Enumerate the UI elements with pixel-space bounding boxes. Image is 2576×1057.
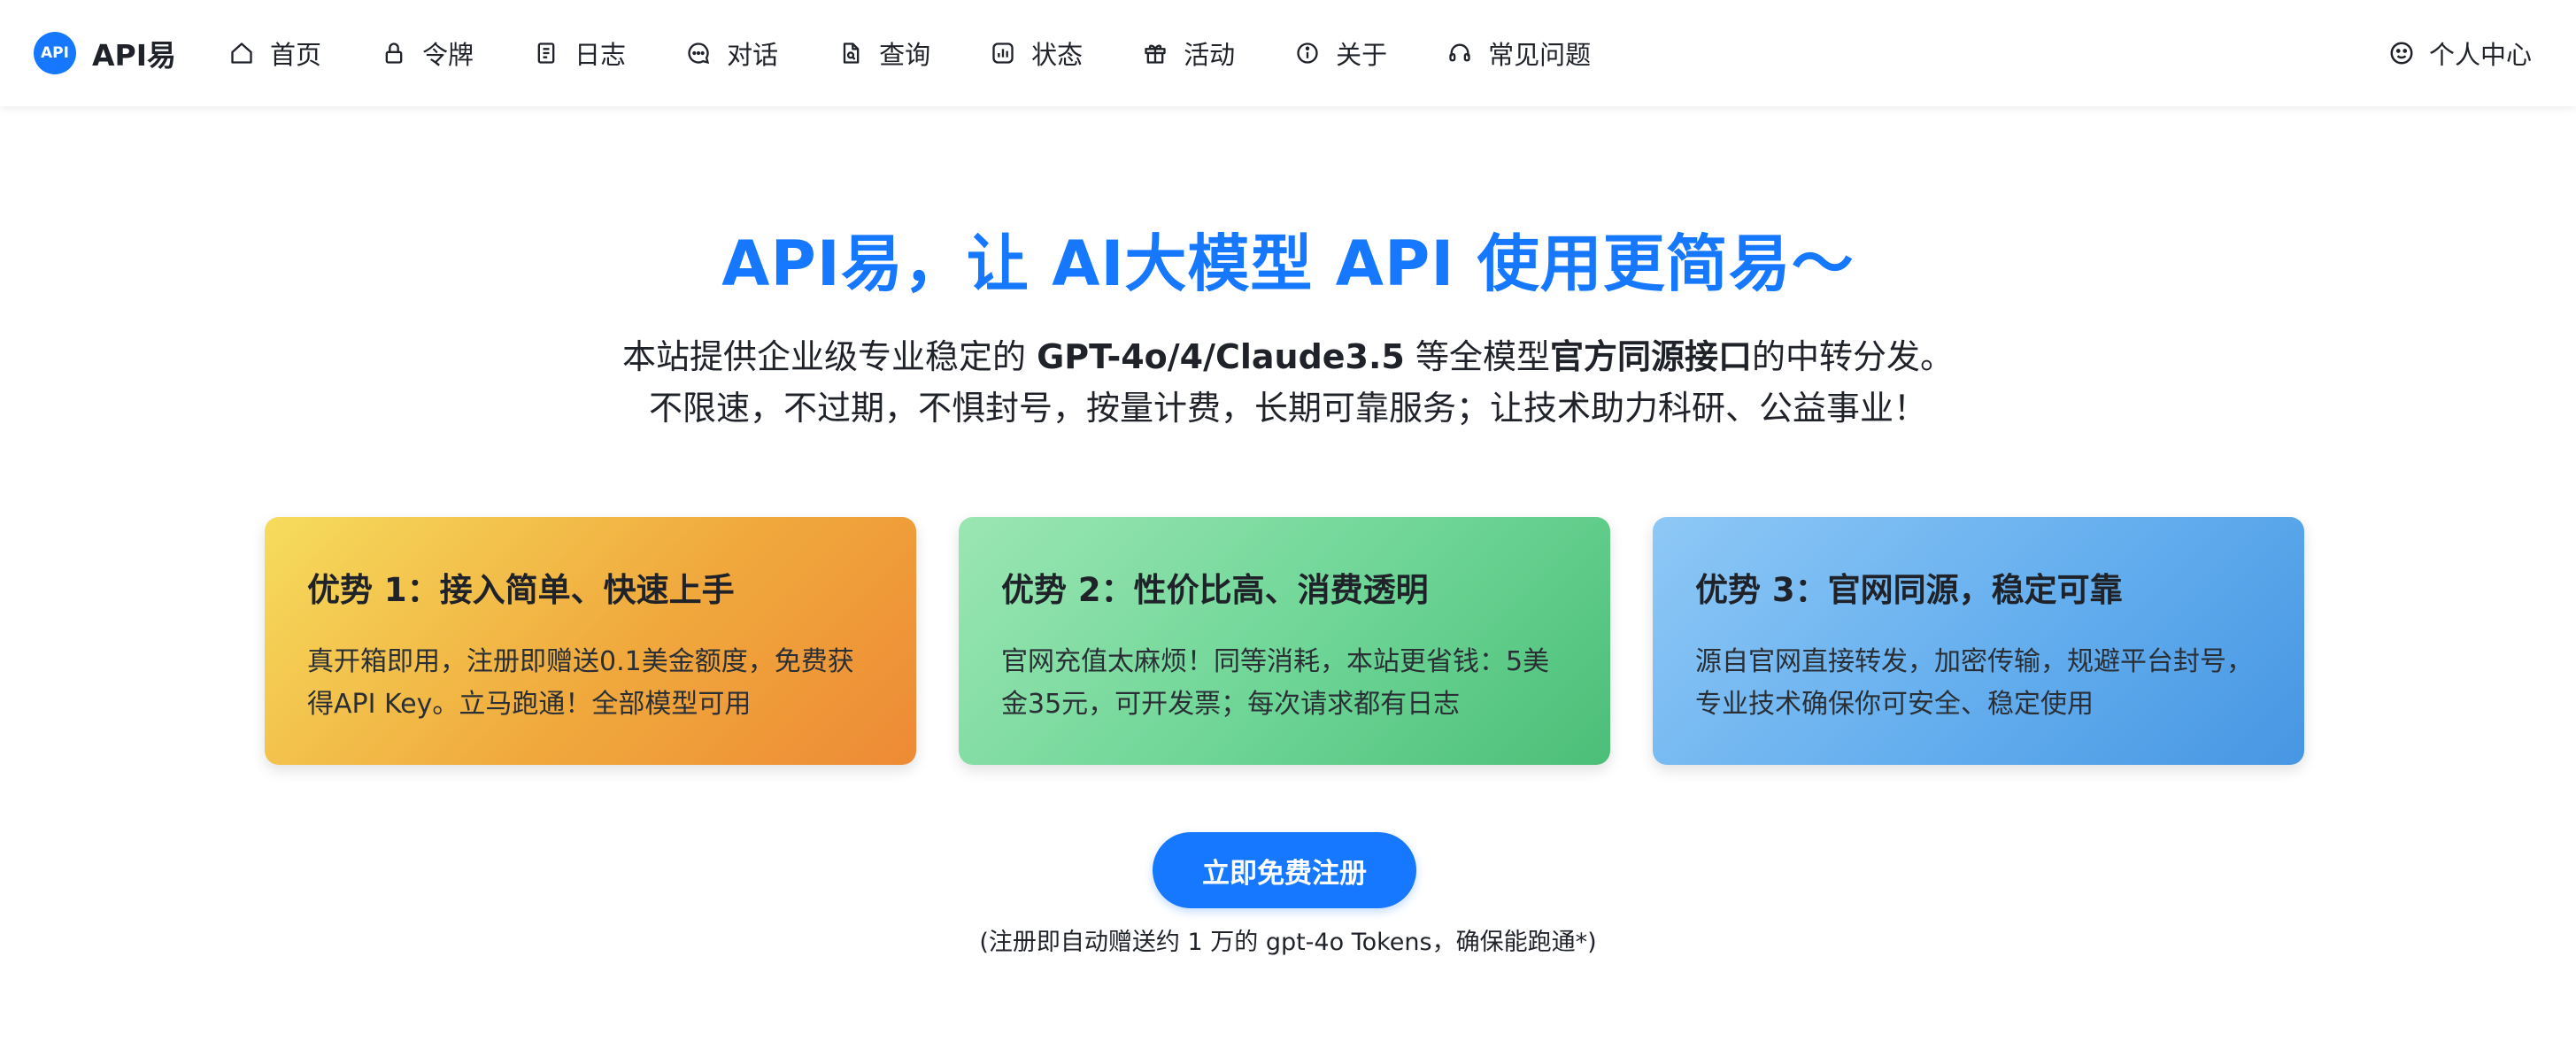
user-center-label: 个人中心 [2428, 40, 2532, 70]
nav-item-chat[interactable]: 对话 [686, 35, 778, 72]
nav-label-query: 查询 [879, 40, 931, 70]
feature-card-text: 真开箱即用，注册即赠送0.1美金额度，免费获得API Key。立马跑通！全部模型… [307, 646, 854, 720]
hero-line-2: 不限速，不过期，不惧封号，按量计费，长期可靠服务；让技术助力科研、公益事业！ [648, 389, 1927, 428]
feature-card-text: 源自官网直接转发，加密传输，规避平台封号，专业技术确保你可安全、稳定使用 [1695, 646, 2253, 720]
register-note: (注册即自动赠送约 1 万的 gpt-4o Tokens，确保能跑通*) [979, 929, 1597, 956]
document-icon [534, 41, 559, 66]
brand-name: API易 [92, 38, 177, 73]
brand[interactable]: API API易 [34, 32, 176, 74]
nav-label-tokens: 令牌 [422, 40, 474, 70]
nav-label-about: 关于 [1336, 40, 1388, 70]
feature-cards: 优势 1：接入简单、快速上手 真开箱即用，注册即赠送0.1美金额度，免费获得AP… [265, 517, 2304, 765]
nav-item-about[interactable]: 关于 [1295, 35, 1387, 72]
status-chart-icon [991, 41, 1015, 66]
feature-card-title: 优势 1：接入简单、快速上手 [307, 571, 735, 609]
hero-description: 本站提供企业级专业稳定的 GPT-4o/4/Claude3.5 等全模型官方同源… [0, 331, 2576, 434]
user-center-link[interactable]: 个人中心 [2388, 35, 2532, 72]
hero-line-1-part-e: 的中转分发。 [1751, 337, 1954, 376]
nav-item-faq[interactable]: 常见问题 [1447, 35, 1591, 72]
nav-item-logs[interactable]: 日志 [534, 35, 626, 72]
headset-icon [1447, 41, 1472, 66]
nav-item-status[interactable]: 状态 [991, 35, 1083, 72]
smile-face-icon [2388, 40, 2415, 66]
hero-title: API易，让 AI大模型 API 使用更简易～ [721, 228, 1855, 300]
nav-label-chat: 对话 [727, 40, 779, 70]
hero-official-highlight: 官方同源接口 [1549, 337, 1752, 376]
feature-card-text: 官网充值太麻烦！同等消耗，本站更省钱：5美金35元，可开发票；每次请求都有日志 [1001, 646, 1550, 720]
nav-label-events: 活动 [1184, 40, 1236, 70]
nav-label-faq: 常见问题 [1488, 40, 1592, 70]
nav-menu: 首页 令牌 日志 对话 查询 状态 活动 关于 常见问题 [229, 35, 1651, 72]
file-search-icon [838, 41, 863, 66]
nav-item-tokens[interactable]: 令牌 [382, 35, 474, 72]
lock-icon [382, 41, 406, 66]
nav-item-events[interactable]: 活动 [1143, 35, 1235, 72]
nav-item-home[interactable]: 首页 [229, 35, 321, 72]
nav-item-query[interactable]: 查询 [838, 35, 930, 72]
nav-label-status: 状态 [1031, 40, 1084, 70]
hero-models-highlight: GPT-4o/4/Claude3.5 [1037, 337, 1405, 376]
gift-icon [1143, 41, 1168, 66]
logo-badge: API [34, 32, 76, 74]
top-navbar: API API易 首页 令牌 日志 对话 查询 状态 活动 关于 常见问题 个人… [0, 0, 2576, 106]
hero-line-1-part-a: 本站提供企业级专业稳定的 [621, 337, 1037, 376]
hero-line-1: 本站提供企业级专业稳定的 GPT-4o/4/Claude3.5 等全模型官方同源… [0, 331, 2576, 382]
feature-card-title: 优势 3：官网同源，稳定可靠 [1695, 571, 2123, 609]
nav-label-home: 首页 [270, 40, 322, 70]
feature-card-title: 优势 2：性价比高、消费透明 [1001, 571, 1429, 609]
nav-label-logs: 日志 [575, 40, 627, 70]
register-free-button[interactable]: 立即免费注册 [1153, 832, 1416, 908]
home-icon [229, 41, 254, 66]
feature-card-1: 优势 1：接入简单、快速上手 真开箱即用，注册即赠送0.1美金额度，免费获得AP… [265, 517, 916, 765]
feature-card-3: 优势 3：官网同源，稳定可靠 源自官网直接转发，加密传输，规避平台封号，专业技术… [1653, 517, 2304, 765]
hero-line-1-part-c: 等全模型 [1404, 337, 1550, 376]
feature-card-2: 优势 2：性价比高、消费透明 官网充值太麻烦！同等消耗，本站更省钱：5美金35元… [959, 517, 1610, 765]
info-icon [1295, 41, 1320, 66]
chat-bubble-icon [686, 41, 711, 66]
